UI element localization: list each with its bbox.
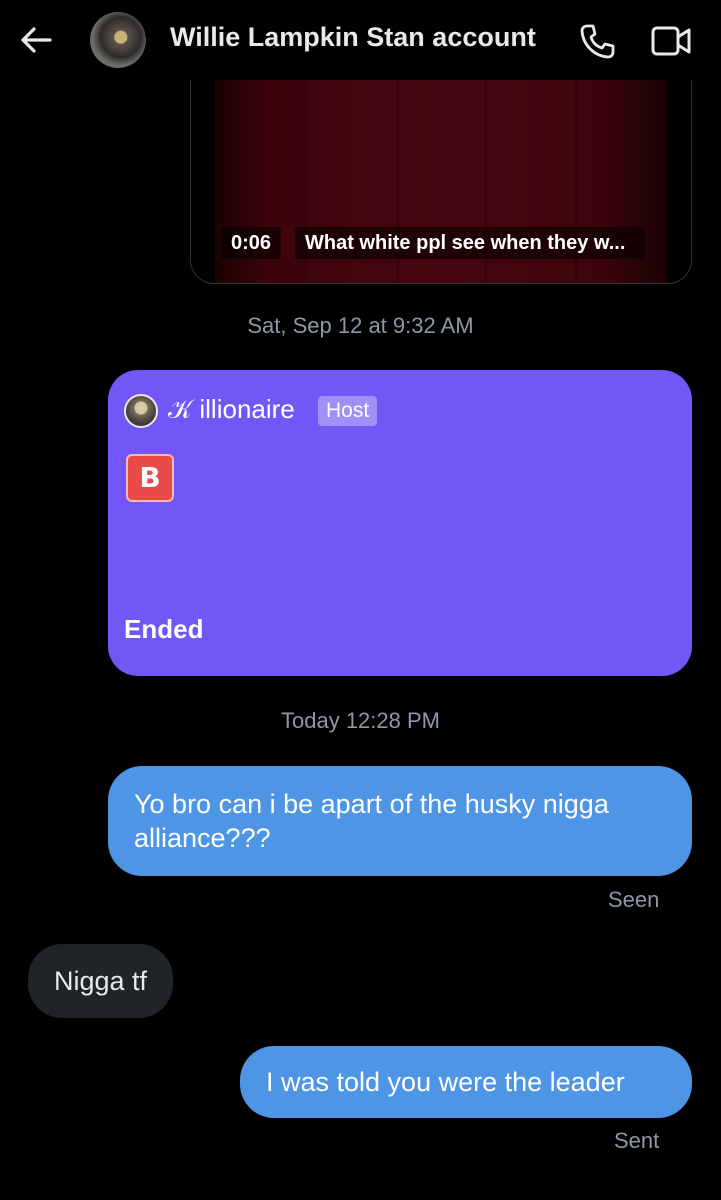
video-camera-icon[interactable]: [650, 24, 692, 58]
read-receipt: Seen: [608, 887, 660, 912]
contact-avatar[interactable]: [90, 12, 146, 68]
conversation-title[interactable]: Willie Lampkin Stan account: [170, 22, 536, 53]
phone-icon[interactable]: [578, 22, 616, 60]
received-message-bubble[interactable]: Nigga tf: [28, 944, 174, 1018]
host-avatar: [124, 394, 158, 428]
host-name: 𝒦 illionaire: [168, 394, 295, 424]
delivery-status: Sent: [614, 1128, 660, 1153]
video-caption: What white ppl see when they w...: [295, 227, 645, 259]
back-arrow-icon[interactable]: [18, 22, 54, 58]
b-button-emoji-icon: B: [126, 454, 174, 502]
space-card[interactable]: 𝒦 illionaire Host B Ended: [108, 370, 692, 676]
conversation-header: Willie Lampkin Stan account: [0, 0, 721, 80]
space-status: Ended: [124, 614, 204, 644]
sent-message-bubble[interactable]: Yo bro can i be apart of the husky nigga…: [108, 766, 692, 876]
sent-message-bubble[interactable]: I was told you were the leader: [240, 1046, 692, 1118]
video-duration: 0:06: [221, 227, 281, 259]
message-timestamp: Today 12:28 PM: [281, 708, 440, 733]
message-timestamp: Sat, Sep 12 at 9:32 AM: [247, 313, 474, 338]
host-badge: Host: [318, 396, 378, 426]
